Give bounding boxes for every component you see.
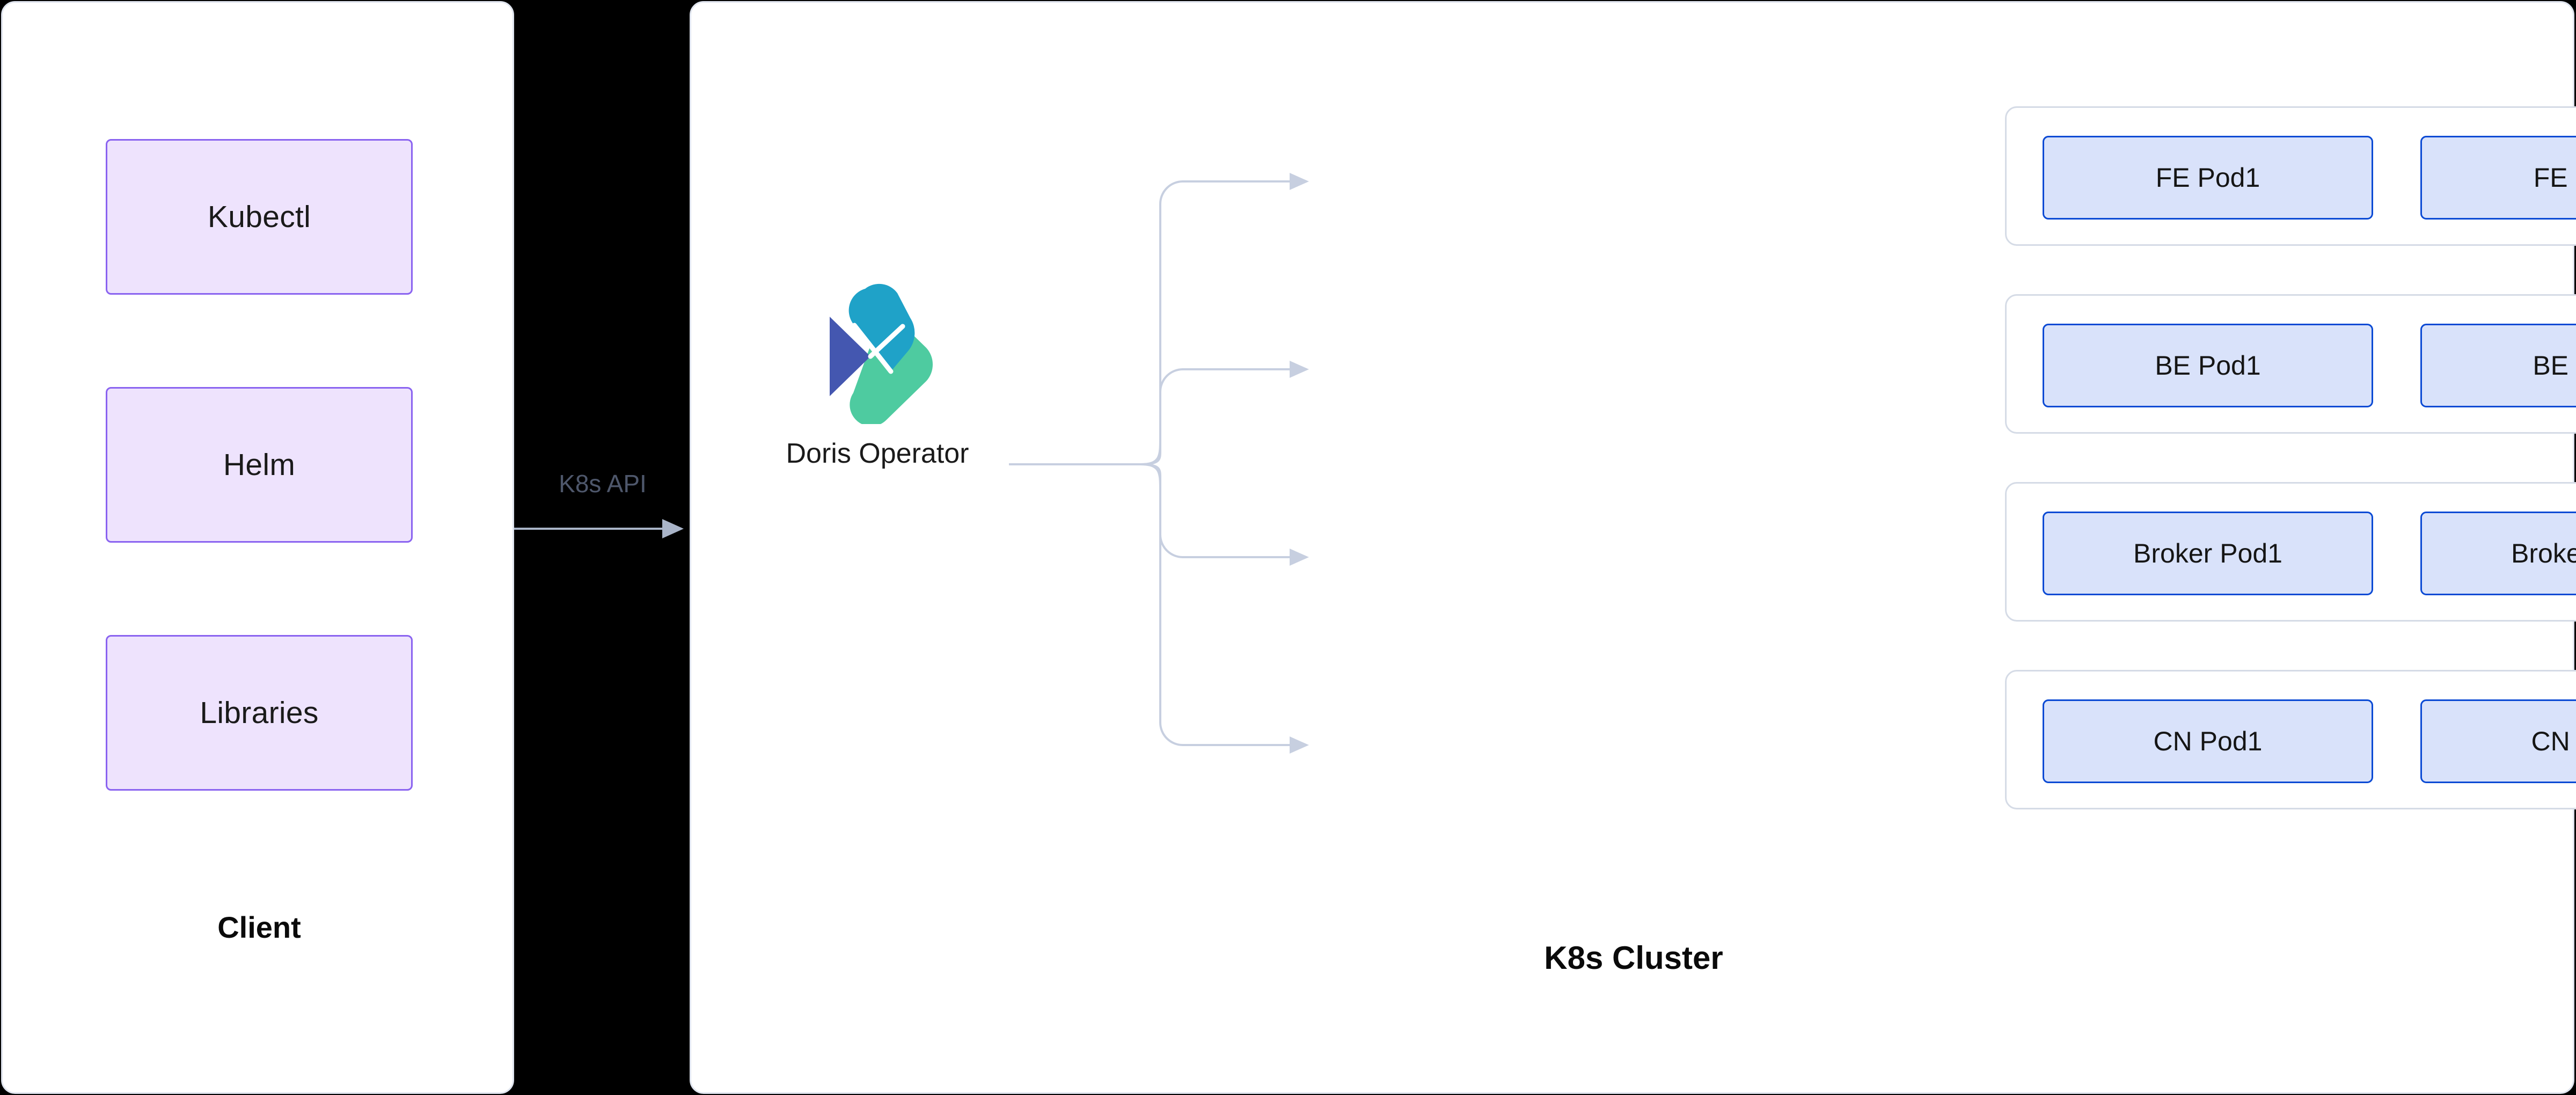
pod-group-fe: FE Pod1 FE Pod2 FE Pod3 <box>2005 106 2576 246</box>
pod-label: CN Pod1 <box>2153 726 2263 756</box>
k8s-api-arrow-icon <box>514 519 684 538</box>
pod-box[interactable]: Broker Pod2 <box>2420 512 2576 595</box>
pod-group-broker: Broker Pod1 Broker Pod2 Broker Pod3 <box>2005 482 2576 622</box>
diagram-canvas: Kubectl Helm Libraries Client K8s API K8… <box>0 0 2576 1095</box>
pod-group-be: BE Pod1 BE Pod2 BE Pod3 <box>2005 294 2576 434</box>
pod-box[interactable]: BE Pod2 <box>2420 324 2576 407</box>
k8s-api-label: K8s API <box>559 470 647 498</box>
pod-box[interactable]: BE Pod1 <box>2043 324 2373 407</box>
client-box-kubectl[interactable]: Kubectl <box>106 139 413 295</box>
pod-label: Broker Pod1 <box>2133 538 2282 568</box>
pod-label: BE Pod2 <box>2533 351 2576 381</box>
pod-box[interactable]: CN Pod1 <box>2043 699 2373 783</box>
k8s-cluster-panel-title: K8s Cluster <box>1544 940 1723 976</box>
doris-logo-icon <box>830 283 933 424</box>
client-panel: Kubectl Helm Libraries Client <box>1 1 514 1094</box>
pod-box[interactable]: Broker Pod1 <box>2043 512 2373 595</box>
client-panel-title: Client <box>217 910 301 944</box>
k8s-cluster-panel: K8s Cluster FE Pod1 FE Pod2 FE Pod3 BE P… <box>690 1 2576 1094</box>
pod-label: CN Pod2 <box>2531 726 2576 756</box>
operator-to-pods-connectors <box>1009 173 1309 754</box>
pod-label: Broker Pod2 <box>2511 538 2576 568</box>
client-box-libraries-label: Libraries <box>200 696 319 730</box>
pod-box[interactable]: FE Pod1 <box>2043 136 2373 220</box>
pod-label: FE Pod2 <box>2533 163 2576 193</box>
client-box-libraries[interactable]: Libraries <box>106 635 413 791</box>
doris-operator-label: Doris Operator <box>786 438 969 469</box>
doris-operator-node: Doris Operator <box>751 279 1004 505</box>
pod-group-cn: CN Pod1 CN Pod2 autoscale ... <box>2005 670 2576 809</box>
client-box-helm[interactable]: Helm <box>106 387 413 543</box>
pod-label: BE Pod1 <box>2155 351 2261 381</box>
pod-box[interactable]: CN Pod2 <box>2420 699 2576 783</box>
pod-box[interactable]: FE Pod2 <box>2420 136 2576 220</box>
pod-label: FE Pod1 <box>2155 163 2260 193</box>
client-box-kubectl-label: Kubectl <box>207 200 311 234</box>
client-box-helm-label: Helm <box>223 448 296 482</box>
